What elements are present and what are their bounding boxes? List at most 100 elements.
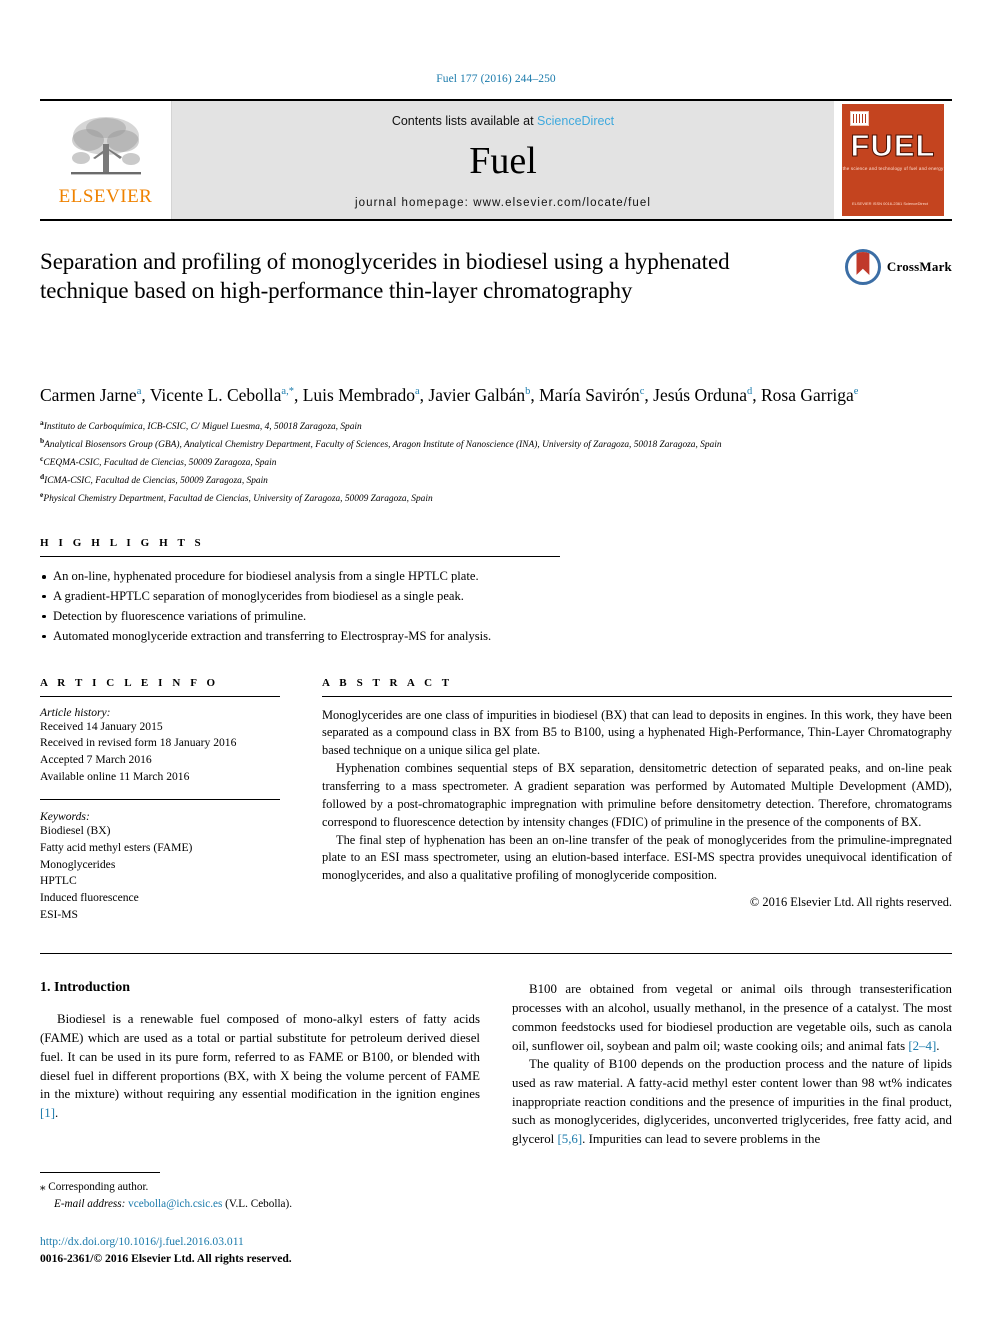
elsevier-tree-icon bbox=[63, 114, 149, 186]
elsevier-wordmark: ELSEVIER bbox=[58, 186, 153, 207]
copyright-line: © 2016 Elsevier Ltd. All rights reserved… bbox=[749, 895, 952, 910]
article-info-divider bbox=[40, 695, 280, 697]
article-history-item: Available online 11 March 2016 bbox=[40, 769, 190, 783]
body-columns: 1. Introduction Biodiesel is a renewable… bbox=[40, 980, 952, 1148]
highlights-items: An on-line, hyphenated procedure for bio… bbox=[40, 567, 952, 647]
info-abstract-row: A R T I C L E I N F O Article history: R… bbox=[40, 677, 952, 924]
highlight-item: Detection by fluorescence variations of … bbox=[40, 607, 952, 627]
keywords-divider bbox=[40, 799, 280, 801]
sciencedirect-link[interactable]: ScienceDirect bbox=[537, 114, 614, 128]
keyword-item: ESI-MS bbox=[40, 907, 79, 921]
citation-link[interactable]: [2–4] bbox=[908, 1039, 936, 1053]
body-paragraph: The quality of B100 depends on the produ… bbox=[512, 1057, 952, 1147]
author-name: Javier Galbán bbox=[428, 385, 526, 405]
corresponding-author-text: Corresponding author. bbox=[48, 1181, 149, 1193]
body-paragraph: B100 are obtained from vegetal or animal… bbox=[512, 982, 952, 1053]
email-line: E-mail address: vcebolla@ich.csic.es (V.… bbox=[40, 1196, 480, 1213]
email-link[interactable]: vcebolla@ich.csic.es bbox=[128, 1198, 222, 1210]
article-page: Fuel 177 (2016) 244–250 ELSEVIER Content… bbox=[0, 0, 992, 1323]
author-affiliation-marker: e bbox=[853, 386, 859, 398]
author-affiliation-marker: b bbox=[525, 386, 531, 398]
crossmark-badge[interactable]: CrossMark bbox=[844, 249, 952, 285]
citation-link[interactable]: [1] bbox=[40, 1106, 55, 1120]
doi-block: http://dx.doi.org/10.1016/j.fuel.2016.03… bbox=[40, 1233, 480, 1268]
journal-cover-wrap: FUEL the science and technology of fuel … bbox=[834, 101, 952, 219]
affiliation-item: cCEQMA-CSIC, Facultad de Ciencias, 50009… bbox=[40, 453, 952, 471]
journal-homepage-link[interactable]: journal homepage: www.elsevier.com/locat… bbox=[172, 197, 834, 209]
article-history-title: Article history: bbox=[40, 705, 111, 719]
affiliation-item: ePhysical Chemistry Department, Facultad… bbox=[40, 489, 952, 507]
keyword-item: Fatty acid methyl esters (FAME) bbox=[40, 841, 193, 854]
article-history-item: Received in revised form 18 January 2016 bbox=[40, 736, 237, 750]
section-heading-introduction: 1. Introduction bbox=[40, 980, 130, 996]
cover-subtitle: the science and technology of fuel and e… bbox=[842, 166, 944, 171]
keyword-item: Induced fluorescence bbox=[40, 891, 139, 905]
body-divider bbox=[40, 953, 952, 955]
abstract-paragraph: Monoglycerides are one class of impuriti… bbox=[322, 707, 952, 758]
author-affiliation-marker: a bbox=[136, 386, 142, 398]
author-name: Rosa Garriga bbox=[760, 385, 854, 405]
cover-title: FUEL bbox=[850, 128, 936, 163]
page-title: Separation and profiling of monoglycerid… bbox=[40, 249, 730, 304]
issn-line: 0016-2361/© 2016 Elsevier Ltd. All right… bbox=[40, 1251, 292, 1265]
article-info-heading: A R T I C L E I N F O bbox=[40, 676, 219, 689]
affiliation-text: Physical Chemistry Department, Facultad … bbox=[43, 494, 433, 505]
footnote-block: ⁎ Corresponding author. E-mail address: … bbox=[40, 1172, 480, 1267]
author-name: María Savirón bbox=[539, 385, 640, 405]
highlights-heading: H I G H L I G H T S bbox=[40, 537, 205, 549]
highlights-section: H I G H L I G H T S An on-line, hyphenat… bbox=[40, 537, 952, 647]
crossmark-icon bbox=[844, 249, 881, 285]
keywords-list: Biodiesel (BX) Fatty acid methyl esters (… bbox=[40, 823, 280, 923]
abstract-heading: A B S T R A C T bbox=[322, 676, 453, 689]
body-paragraph: Biodiesel is a renewable fuel composed o… bbox=[40, 1012, 480, 1120]
author-name: Vicente L. Cebolla bbox=[149, 385, 282, 405]
corresponding-author-marker: ⁎ bbox=[40, 1181, 46, 1193]
author-list: Carmen Jarnea, Vicente L. Cebollaa,*, Lu… bbox=[40, 385, 859, 405]
abstract-column: A B S T R A C T Monoglycerides are one c… bbox=[322, 677, 952, 924]
affiliation-text: CEQMA-CSIC, Facultad de Ciencias, 50009 … bbox=[43, 458, 277, 469]
elsevier-mini-icon bbox=[850, 111, 869, 126]
contents-available-line: Contents lists available at ScienceDirec… bbox=[392, 114, 614, 128]
keywords-title: Keywords: bbox=[40, 810, 90, 824]
affiliation-item: aInstituto de Carboquímica, ICB-CSIC, C/… bbox=[40, 417, 952, 435]
abstract-paragraph: Hyphenation combines sequential steps of… bbox=[322, 761, 952, 829]
contents-band: Contents lists available at ScienceDirec… bbox=[172, 101, 834, 219]
citation-link[interactable]: [5,6] bbox=[557, 1132, 582, 1146]
article-history-item: Accepted 7 March 2016 bbox=[40, 752, 152, 766]
highlights-divider bbox=[40, 556, 560, 557]
cover-footer: ELSEVIER ISSN 0016-2361 ScienceDirect bbox=[852, 201, 929, 206]
abstract-divider bbox=[322, 695, 952, 697]
affiliation-text: ICMA-CSIC, Facultad de Ciencias, 50009 Z… bbox=[44, 476, 268, 487]
affiliation-text: Instituto de Carboquímica, ICB-CSIC, C/ … bbox=[43, 421, 362, 432]
affiliation-text: Analytical Biosensors Group (GBA), Analy… bbox=[44, 440, 722, 450]
abstract-paragraph: The final step of hyphenation has been a… bbox=[322, 832, 952, 883]
affiliation-list: aInstituto de Carboquímica, ICB-CSIC, C/… bbox=[40, 417, 952, 507]
email-label: E-mail address: bbox=[54, 1197, 126, 1210]
affiliation-item: dICMA-CSIC, Facultad de Ciencias, 50009 … bbox=[40, 471, 952, 489]
article-info-column: A R T I C L E I N F O Article history: R… bbox=[40, 677, 280, 924]
author-name: Luis Membrado bbox=[302, 385, 415, 405]
keyword-item: Monoglycerides bbox=[40, 857, 116, 871]
author-affiliation-marker: a bbox=[415, 386, 420, 398]
intro-paragraphs-left: Biodiesel is a renewable fuel composed o… bbox=[40, 1010, 480, 1122]
journal-masthead: ELSEVIER Contents lists available at Sci… bbox=[40, 99, 952, 221]
keyword-item: Biodiesel (BX) bbox=[40, 824, 111, 838]
author-affiliation-marker: d bbox=[746, 386, 753, 398]
article-history-list: Received 14 January 2015 Received in revi… bbox=[40, 719, 280, 786]
journal-title: Fuel bbox=[469, 140, 537, 182]
author-name: Carmen Jarne bbox=[40, 385, 137, 405]
running-head: Fuel 177 (2016) 244–250 bbox=[436, 73, 556, 85]
journal-cover-image: FUEL the science and technology of fuel … bbox=[842, 104, 944, 216]
highlight-item: An on-line, hyphenated procedure for bio… bbox=[40, 567, 952, 587]
abstract-body: Monoglycerides are one class of impuriti… bbox=[322, 707, 952, 886]
body-column-left: 1. Introduction Biodiesel is a renewable… bbox=[40, 980, 480, 1148]
keyword-item: HPTLC bbox=[40, 874, 77, 888]
article-history-item: Received 14 January 2015 bbox=[40, 719, 163, 733]
contents-prefix-text: Contents lists available at bbox=[391, 114, 538, 128]
intro-paragraphs-right: B100 are obtained from vegetal or animal… bbox=[512, 980, 952, 1148]
author-affiliation-marker: c bbox=[639, 386, 645, 398]
author-affiliation-marker: a,* bbox=[281, 386, 294, 398]
highlight-item: A gradient-HPTLC separation of monoglyce… bbox=[40, 587, 952, 607]
doi-link[interactable]: http://dx.doi.org/10.1016/j.fuel.2016.03… bbox=[40, 1233, 480, 1250]
title-block: Separation and profiling of monoglycerid… bbox=[40, 247, 952, 367]
